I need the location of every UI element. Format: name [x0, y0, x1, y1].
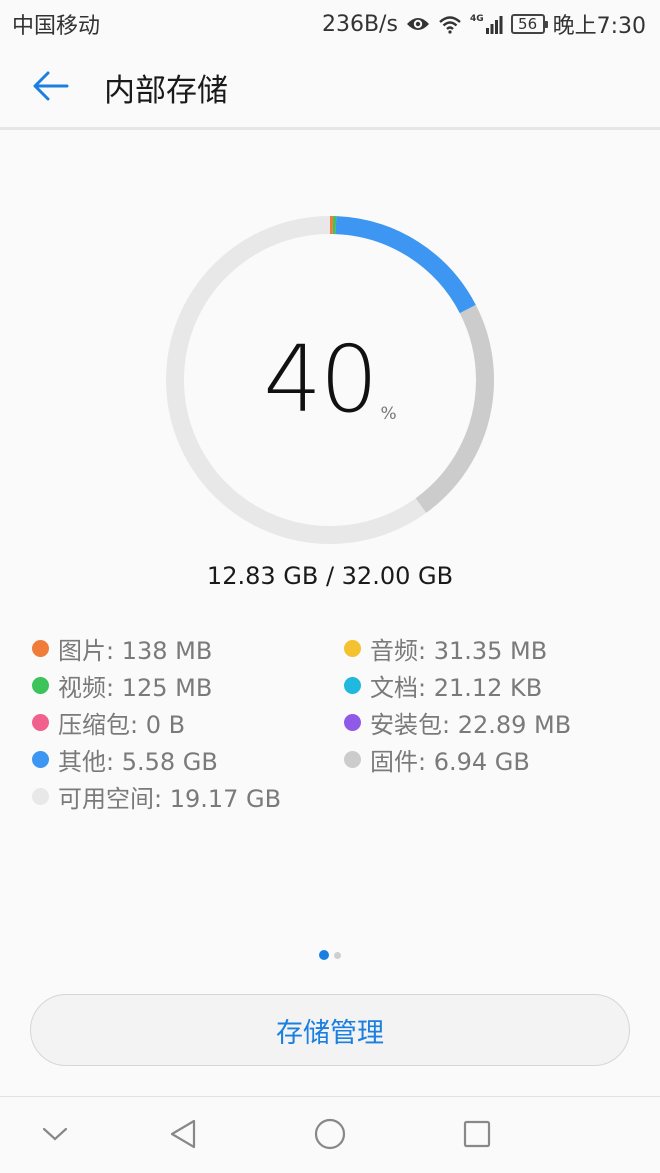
legend-label: 压缩包: 0 B — [58, 711, 186, 739]
home-circle-icon — [313, 1117, 347, 1155]
net-speed: 236B/s — [321, 11, 398, 37]
legend-label: 音频: 31.35 MB — [370, 637, 548, 665]
back-button[interactable] — [26, 63, 76, 113]
storage-manage-button[interactable]: 存储管理 — [30, 994, 630, 1066]
battery-level: 56 — [518, 14, 538, 33]
legend-label: 图片: 138 MB — [58, 637, 213, 665]
legend-label: 可用空间: 19.17 GB — [58, 785, 282, 813]
legend-color-dot — [32, 677, 49, 694]
wifi-icon — [438, 14, 462, 34]
legend-color-dot — [344, 677, 361, 694]
nav-back-button[interactable] — [158, 1111, 208, 1161]
legend-color-dot — [344, 714, 361, 731]
legend-item: 压缩包: 0 B — [32, 704, 344, 741]
arrow-left-icon — [33, 71, 69, 105]
battery-icon: 56 — [510, 14, 548, 34]
carrier-label: 中国移动 — [12, 14, 101, 39]
legend-label: 其他: 5.58 GB — [58, 748, 218, 776]
legend-color-dot — [344, 751, 361, 768]
legend-item: 其他: 5.58 GB — [32, 741, 344, 778]
page-dot[interactable] — [334, 951, 341, 959]
usage-summary: 12.83 GB / 32.00 GB — [206, 562, 454, 590]
signal-icon: 4G — [470, 14, 503, 34]
percent-unit: % — [380, 404, 397, 424]
legend-color-dot — [32, 714, 49, 731]
status-bar: 中国移动 236B/s 4G 56 晚上7:30 — [0, 0, 660, 48]
legend-label: 安装包: 22.89 MB — [370, 711, 572, 739]
nav-recents-button[interactable] — [452, 1111, 502, 1161]
back-triangle-icon — [169, 1118, 197, 1154]
percent-display: 40 % — [164, 214, 496, 546]
legend-color-dot — [32, 640, 49, 657]
legend-label: 文档: 21.12 KB — [370, 674, 543, 702]
app-header: 内部存储 — [0, 48, 660, 130]
page-title: 内部存储 — [104, 73, 228, 109]
network-type: 4G — [469, 14, 484, 24]
legend-item: 图片: 138 MB — [32, 630, 344, 667]
clock: 晚上7:30 — [552, 14, 646, 39]
legend-item: 可用空间: 19.17 GB — [32, 778, 344, 815]
storage-legend: 图片: 138 MB 音频: 31.35 MB 视频: 125 MB 文档: 21.1… — [32, 630, 632, 815]
legend-color-dot — [32, 788, 49, 805]
legend-color-dot — [344, 640, 361, 657]
storage-ring: 40 % — [164, 214, 496, 546]
recents-square-icon — [462, 1119, 492, 1153]
legend-item: 固件: 6.94 GB — [344, 741, 632, 778]
legend-item: 音频: 31.35 MB — [344, 630, 632, 667]
storage-manage-label: 存储管理 — [276, 1017, 384, 1049]
nav-hide-button[interactable] — [30, 1111, 80, 1161]
eye-icon — [406, 15, 430, 33]
legend-label: 视频: 125 MB — [58, 674, 213, 702]
legend-color-dot — [32, 751, 49, 768]
chevron-down-icon — [42, 1126, 68, 1146]
percent-value: 40 — [263, 326, 378, 433]
status-icons: 236B/s 4G 56 晚上7:30 — [322, 8, 646, 40]
page-indicator — [0, 950, 660, 960]
legend-label: 固件: 6.94 GB — [370, 748, 530, 776]
legend-item: 文档: 21.12 KB — [344, 667, 632, 704]
system-nav-bar — [0, 1096, 660, 1173]
legend-item: 安装包: 22.89 MB — [344, 704, 632, 741]
page-dot-active[interactable] — [319, 950, 329, 960]
legend-item: 视频: 125 MB — [32, 667, 344, 704]
nav-home-button[interactable] — [305, 1111, 355, 1161]
